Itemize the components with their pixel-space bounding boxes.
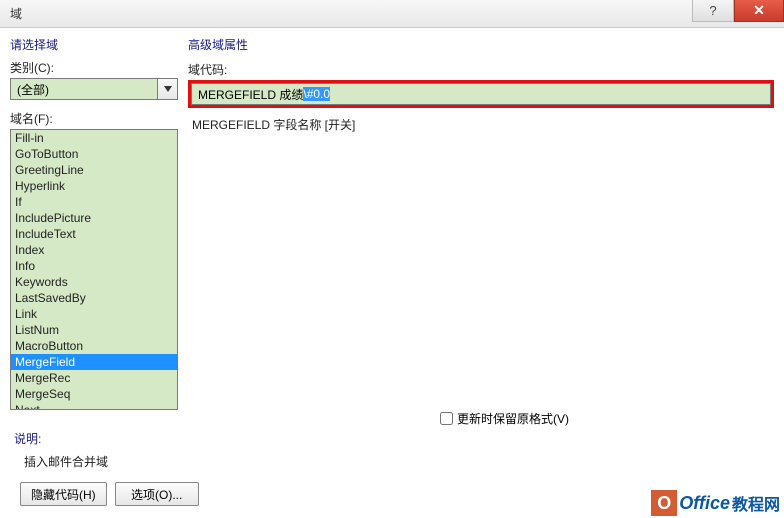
description-text: 插入邮件合并域 bbox=[14, 453, 108, 470]
list-item[interactable]: MergeRec bbox=[11, 370, 177, 386]
preserve-format-checkbox[interactable] bbox=[440, 412, 453, 425]
window-title: 域 bbox=[10, 5, 22, 22]
description-title: 说明: bbox=[14, 430, 108, 447]
code-selection: \#0.0 bbox=[303, 87, 330, 101]
list-item[interactable]: GoToButton bbox=[11, 146, 177, 162]
watermark: O Office 教程网 bbox=[651, 490, 780, 516]
titlebar: 域 ? ✕ bbox=[0, 0, 784, 28]
category-label: 类别(C): bbox=[10, 59, 178, 76]
list-item[interactable]: MacroButton bbox=[11, 338, 177, 354]
advanced-label: 高级域属性 bbox=[188, 36, 774, 53]
list-item[interactable]: MergeSeq bbox=[11, 386, 177, 402]
field-name-listbox[interactable]: Fill-inGoToButtonGreetingLineHyperlinkIf… bbox=[10, 129, 178, 410]
code-group: 域代码: MERGEFIELD 成绩 \#0.0 MERGEFIELD 字段名称… bbox=[188, 61, 774, 135]
list-item[interactable]: MergeField bbox=[11, 354, 177, 370]
dialog-content: 请选择域 类别(C): (全部) 域名(F): Fill-inGoToButto… bbox=[0, 28, 784, 416]
left-panel: 请选择域 类别(C): (全部) 域名(F): Fill-inGoToButto… bbox=[10, 36, 178, 410]
list-item[interactable]: Fill-in bbox=[11, 130, 177, 146]
list-item[interactable]: Hyperlink bbox=[11, 178, 177, 194]
category-combo[interactable]: (全部) bbox=[10, 78, 178, 100]
list-item[interactable]: ListNum bbox=[11, 322, 177, 338]
bottom-buttons: 隐藏代码(H) 选项(O)... bbox=[20, 482, 199, 506]
help-button[interactable]: ? bbox=[692, 0, 734, 22]
code-label: 域代码: bbox=[188, 61, 774, 78]
field-code-input[interactable]: MERGEFIELD 成绩 \#0.0 bbox=[191, 83, 771, 105]
code-input-highlight: MERGEFIELD 成绩 \#0.0 bbox=[188, 80, 774, 108]
description-section: 说明: 插入邮件合并域 bbox=[14, 430, 108, 470]
list-item[interactable]: If bbox=[11, 194, 177, 210]
close-icon: ✕ bbox=[753, 2, 765, 19]
list-item[interactable]: Next bbox=[11, 402, 177, 410]
list-item[interactable]: LastSavedBy bbox=[11, 290, 177, 306]
preserve-format-row: 更新时保留原格式(V) bbox=[440, 410, 569, 427]
preserve-format-label: 更新时保留原格式(V) bbox=[457, 410, 569, 427]
right-panel: 高级域属性 域代码: MERGEFIELD 成绩 \#0.0 MERGEFIEL… bbox=[188, 36, 774, 410]
list-item[interactable]: Info bbox=[11, 258, 177, 274]
list-item[interactable]: Index bbox=[11, 242, 177, 258]
list-item[interactable]: GreetingLine bbox=[11, 162, 177, 178]
close-button[interactable]: ✕ bbox=[734, 0, 784, 22]
options-button[interactable]: 选项(O)... bbox=[115, 482, 199, 506]
field-syntax: MERGEFIELD 字段名称 [开关] bbox=[188, 114, 774, 135]
fieldname-label: 域名(F): bbox=[10, 110, 178, 127]
code-prefix: MERGEFIELD 成绩 bbox=[198, 86, 303, 103]
watermark-brand1: Office bbox=[679, 493, 730, 514]
please-select-label: 请选择域 bbox=[10, 36, 178, 53]
list-item[interactable]: Keywords bbox=[11, 274, 177, 290]
chevron-down-icon bbox=[164, 86, 172, 92]
watermark-icon: O bbox=[651, 490, 677, 516]
watermark-brand2: 教程网 bbox=[732, 491, 780, 515]
list-item[interactable]: IncludeText bbox=[11, 226, 177, 242]
category-value: (全部) bbox=[10, 78, 158, 100]
hide-code-button[interactable]: 隐藏代码(H) bbox=[20, 482, 107, 506]
category-dropdown-button[interactable] bbox=[158, 78, 178, 100]
list-item[interactable]: Link bbox=[11, 306, 177, 322]
list-item[interactable]: IncludePicture bbox=[11, 210, 177, 226]
window-controls: ? ✕ bbox=[692, 0, 784, 22]
